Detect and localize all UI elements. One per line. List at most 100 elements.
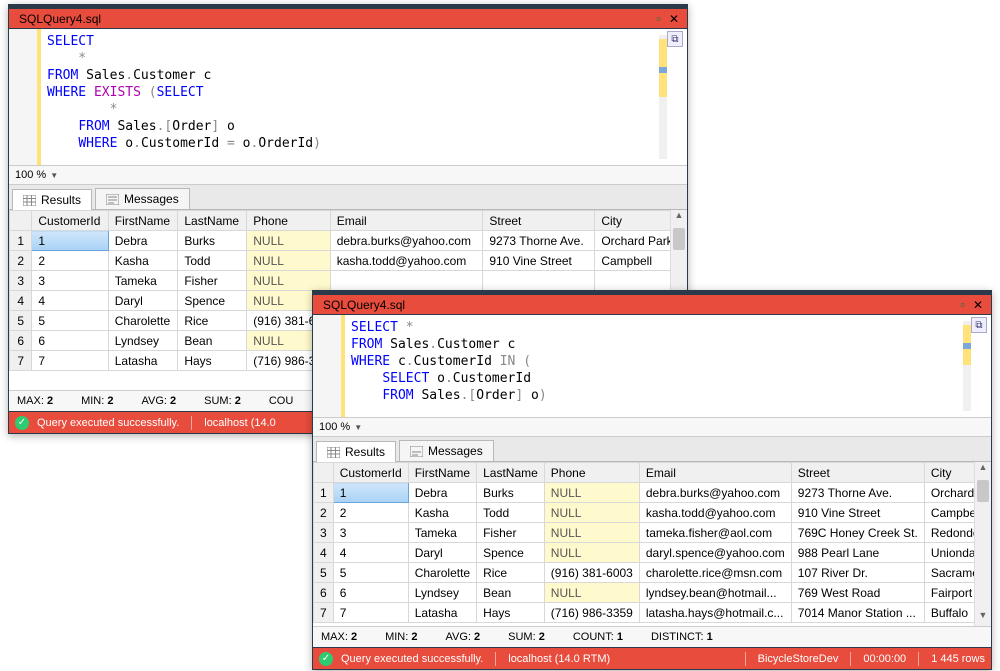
code-editor[interactable]: SELECT * FROM Sales.Customer c WHERE EXI…: [9, 29, 687, 165]
cell[interactable]: Hays: [178, 351, 247, 371]
cell[interactable]: NULL: [544, 503, 639, 523]
cell[interactable]: latasha.hays@hotmail.c...: [639, 603, 791, 623]
table-row[interactable]: 33TamekaFisherNULLtameka.fisher@aol.com7…: [314, 523, 992, 543]
cell[interactable]: 910 Vine Street: [791, 503, 924, 523]
cell[interactable]: 3: [32, 271, 108, 291]
chevron-down-icon[interactable]: ▼: [50, 171, 58, 180]
cell[interactable]: Bean: [178, 331, 247, 351]
table-row[interactable]: 77LatashaHays(716) 986-3359latasha.hays@…: [314, 603, 992, 623]
cell[interactable]: Burks: [477, 483, 545, 503]
column-header[interactable]: Email: [639, 463, 791, 483]
split-icon[interactable]: ⧉: [667, 31, 683, 47]
cell[interactable]: Debra: [408, 483, 476, 503]
cell[interactable]: Spence: [477, 543, 545, 563]
cell[interactable]: 1: [32, 231, 108, 251]
chevron-down-icon[interactable]: ▼: [354, 423, 362, 432]
tab-messages[interactable]: Messages: [95, 188, 190, 209]
cell[interactable]: 769C Honey Creek St.: [791, 523, 924, 543]
table-row[interactable]: 11DebraBurksNULLdebra.burks@yahoo.com927…: [10, 231, 687, 251]
tab-results[interactable]: Results: [12, 189, 92, 210]
cell[interactable]: kasha.todd@yahoo.com: [330, 251, 483, 271]
column-header[interactable]: FirstName: [108, 211, 178, 231]
column-header[interactable]: CustomerId: [333, 463, 408, 483]
cell[interactable]: Hays: [477, 603, 545, 623]
cell[interactable]: NULL: [544, 543, 639, 563]
cell[interactable]: Todd: [178, 251, 247, 271]
cell[interactable]: Kasha: [408, 503, 476, 523]
cell[interactable]: (716) 986-3359: [544, 603, 639, 623]
cell[interactable]: Bean: [477, 583, 545, 603]
cell[interactable]: 3: [333, 523, 408, 543]
cell[interactable]: lyndsey.bean@hotmail...: [639, 583, 791, 603]
cell[interactable]: Debra: [108, 231, 178, 251]
file-tab[interactable]: SQLQuery4.sql: [313, 296, 415, 314]
cell[interactable]: 6: [333, 583, 408, 603]
cell[interactable]: debra.burks@yahoo.com: [639, 483, 791, 503]
titlebar[interactable]: SQLQuery4.sql ▫ ✕: [9, 9, 687, 29]
cell[interactable]: Daryl: [108, 291, 178, 311]
file-tab[interactable]: SQLQuery4.sql: [9, 10, 117, 28]
titlebar[interactable]: SQLQuery4.sql ▫ ✕: [313, 295, 991, 315]
cell[interactable]: Tameka: [108, 271, 178, 291]
column-header[interactable]: FirstName: [408, 463, 476, 483]
cell[interactable]: Lyndsey: [408, 583, 476, 603]
cell[interactable]: daryl.spence@yahoo.com: [639, 543, 791, 563]
split-icon[interactable]: ⧉: [971, 317, 987, 333]
cell[interactable]: 1: [333, 483, 408, 503]
cell[interactable]: NULL: [544, 483, 639, 503]
tab-results[interactable]: Results: [316, 441, 396, 462]
cell[interactable]: Daryl: [408, 543, 476, 563]
close-icon[interactable]: ✕: [669, 12, 687, 26]
column-header[interactable]: LastName: [178, 211, 247, 231]
table-row[interactable]: 22KashaToddNULLkasha.todd@yahoo.com910 V…: [10, 251, 687, 271]
cell[interactable]: 988 Pearl Lane: [791, 543, 924, 563]
cell[interactable]: [330, 271, 483, 291]
close-icon[interactable]: ✕: [973, 298, 991, 312]
cell[interactable]: 9273 Thorne Ave.: [483, 231, 595, 251]
cell[interactable]: 2: [32, 251, 108, 271]
cell[interactable]: Rice: [477, 563, 545, 583]
results-grid[interactable]: CustomerIdFirstNameLastNamePhoneEmailStr…: [313, 462, 991, 626]
cell[interactable]: NULL: [544, 583, 639, 603]
cell[interactable]: 7: [32, 351, 108, 371]
zoom-level[interactable]: 100 %: [319, 421, 350, 433]
zoom-level[interactable]: 100 %: [15, 169, 46, 181]
cell[interactable]: Fisher: [477, 523, 545, 543]
cell[interactable]: 5: [333, 563, 408, 583]
cell[interactable]: 4: [333, 543, 408, 563]
cell[interactable]: Fisher: [178, 271, 247, 291]
code-editor[interactable]: SELECT * FROM Sales.Customer c WHERE c.C…: [313, 315, 991, 417]
cell[interactable]: Burks: [178, 231, 247, 251]
cell[interactable]: Latasha: [108, 351, 178, 371]
table-row[interactable]: 44DarylSpenceNULLdaryl.spence@yahoo.com9…: [314, 543, 992, 563]
cell[interactable]: Charolette: [108, 311, 178, 331]
table-row[interactable]: 11DebraBurksNULLdebra.burks@yahoo.com927…: [314, 483, 992, 503]
cell[interactable]: kasha.todd@yahoo.com: [639, 503, 791, 523]
cell[interactable]: Kasha: [108, 251, 178, 271]
overview-ruler[interactable]: [659, 35, 667, 159]
table-row[interactable]: 33TamekaFisherNULL: [10, 271, 687, 291]
cell[interactable]: 7014 Manor Station ...: [791, 603, 924, 623]
cell[interactable]: 9273 Thorne Ave.: [791, 483, 924, 503]
column-header[interactable]: LastName: [477, 463, 545, 483]
column-header[interactable]: Email: [330, 211, 483, 231]
pin-icon[interactable]: ▫: [656, 11, 661, 26]
cell[interactable]: 769 West Road: [791, 583, 924, 603]
column-header[interactable]: Street: [483, 211, 595, 231]
cell[interactable]: NULL: [247, 231, 330, 251]
cell[interactable]: Charolette: [408, 563, 476, 583]
cell[interactable]: Latasha: [408, 603, 476, 623]
cell[interactable]: 6: [32, 331, 108, 351]
cell[interactable]: [483, 271, 595, 291]
cell[interactable]: 5: [32, 311, 108, 331]
cell[interactable]: tameka.fisher@aol.com: [639, 523, 791, 543]
cell[interactable]: NULL: [247, 251, 330, 271]
table-row[interactable]: 66LyndseyBeanNULLlyndsey.bean@hotmail...…: [314, 583, 992, 603]
cell[interactable]: 107 River Dr.: [791, 563, 924, 583]
cell[interactable]: NULL: [247, 271, 330, 291]
table-row[interactable]: 55CharoletteRice(916) 381-6003charolette…: [314, 563, 992, 583]
pin-icon[interactable]: ▫: [960, 297, 965, 312]
cell[interactable]: Tameka: [408, 523, 476, 543]
cell[interactable]: 910 Vine Street: [483, 251, 595, 271]
table-row[interactable]: 22KashaToddNULLkasha.todd@yahoo.com910 V…: [314, 503, 992, 523]
